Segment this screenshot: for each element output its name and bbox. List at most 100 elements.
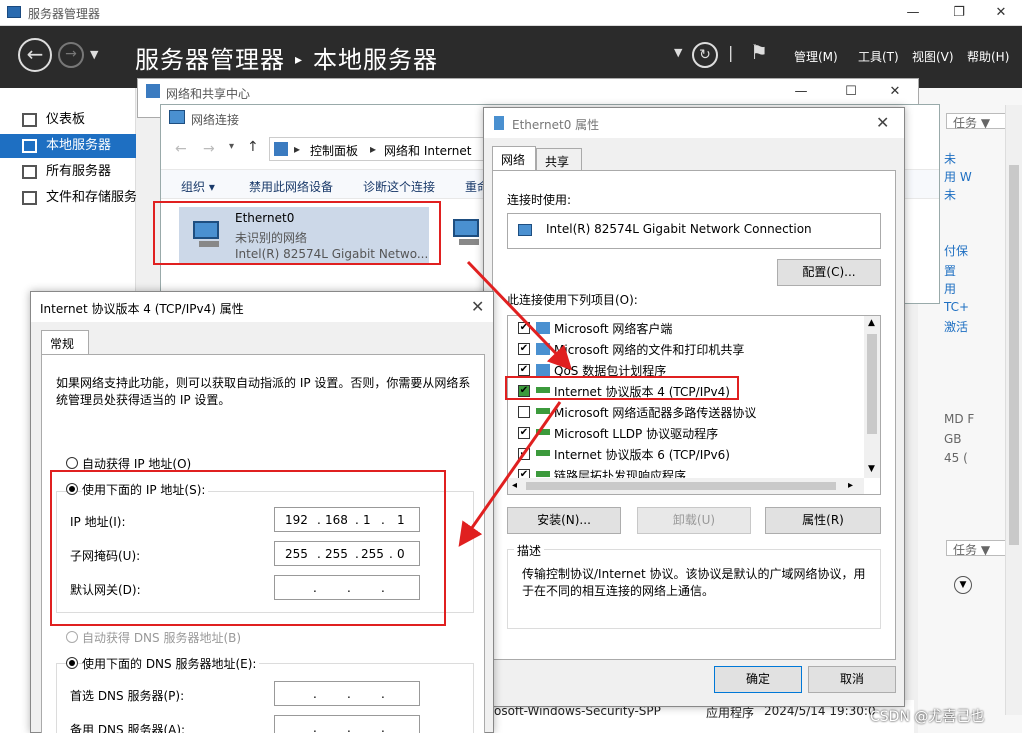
manual-dns-label[interactable]: 使用下面的 DNS 服务器地址(E): xyxy=(82,655,260,672)
menu-tools[interactable]: 工具(T) xyxy=(858,48,899,65)
server-icon xyxy=(22,139,37,153)
back-arrow-icon[interactable]: ← xyxy=(175,141,187,157)
disable-device-button[interactable]: 禁用此网络设备 xyxy=(249,178,333,195)
dialog-titlebar: Internet 协议版本 4 (TCP/IPv4) 属性 ✕ xyxy=(31,292,493,322)
property-link[interactable]: TC+ xyxy=(944,300,969,314)
gateway-input[interactable]: ... xyxy=(274,575,420,600)
manual-dns-radio[interactable] xyxy=(66,657,78,669)
checkbox[interactable] xyxy=(518,406,530,418)
scrollbar-thumb[interactable] xyxy=(867,334,877,434)
checkbox[interactable]: ✔ xyxy=(518,427,530,439)
service-icon xyxy=(536,343,550,355)
list-scrollbar-horizontal[interactable]: ◂ ▸ xyxy=(508,478,864,494)
tasks-dropdown[interactable]: 任务 ▼ xyxy=(946,540,1006,557)
scrollbar-thumb[interactable] xyxy=(526,482,836,490)
sidebar-item-all-servers[interactable]: 所有服务器 xyxy=(0,160,136,184)
close-button[interactable]: ✕ xyxy=(872,81,918,103)
scroll-left-icon[interactable]: ◂ xyxy=(512,480,517,491)
list-scrollbar-vertical[interactable]: ▲ ▼ xyxy=(864,316,880,478)
diagnose-button[interactable]: 诊断这个连接 xyxy=(363,178,435,195)
tasks-dropdown[interactable]: 任务 ▼ xyxy=(946,113,1006,130)
refresh-icon[interactable]: ↻ xyxy=(692,42,718,68)
service-icon xyxy=(536,364,550,376)
property-link[interactable]: 付保 xyxy=(944,242,968,259)
network-card-icon xyxy=(518,224,532,236)
close-button[interactable]: ✕ xyxy=(978,2,1022,24)
recent-dropdown-icon[interactable]: ▾ xyxy=(229,141,234,152)
sidebar-item-local-server[interactable]: 本地服务器 xyxy=(0,134,136,158)
manual-ip-label[interactable]: 使用下面的 IP 地址(S): xyxy=(82,481,209,498)
sidebar-item-dashboard[interactable]: 仪表板 xyxy=(0,108,136,132)
checkbox[interactable]: ✔ xyxy=(518,322,530,334)
up-arrow-icon[interactable]: ↑ xyxy=(247,139,259,155)
close-button[interactable]: ✕ xyxy=(471,297,484,316)
uninstall-button[interactable]: 卸载(U) xyxy=(637,507,751,534)
manual-ip-radio[interactable] xyxy=(66,483,78,495)
description-text: 传输控制协议/Internet 协议。该协议是默认的广域网络协议，用于在不同的相… xyxy=(522,567,866,598)
cancel-button[interactable]: 取消 xyxy=(808,666,896,693)
property-link[interactable]: 置 xyxy=(944,262,956,279)
auto-dns-radio[interactable] xyxy=(66,631,78,643)
expand-circle-icon[interactable]: ▼ xyxy=(954,576,972,594)
adapter-name: Ethernet0 xyxy=(235,211,295,225)
auto-ip-radio[interactable] xyxy=(66,457,78,469)
breadcrumb-control-panel[interactable]: 控制面板 xyxy=(310,142,358,159)
configure-button[interactable]: 配置(C)... xyxy=(777,259,881,286)
network-icon xyxy=(146,84,160,98)
dashboard-icon xyxy=(22,113,37,127)
ip-address-input[interactable]: 192. 168. 1. 1 xyxy=(274,507,420,532)
menu-view[interactable]: 视图(V) xyxy=(912,48,954,65)
property-link[interactable]: 用 W xyxy=(944,168,972,185)
intro-text: 如果网络支持此功能，则可以获取自动指派的 IP 设置。否则，你需要从网络系统管理… xyxy=(56,376,471,407)
network-adapter-icon[interactable] xyxy=(451,217,485,247)
breadcrumb-current: 本地服务器 xyxy=(313,46,439,74)
adapter-ethernet0[interactable]: Ethernet0 未识别的网络 Intel(R) 82574L Gigabit… xyxy=(179,207,429,263)
maximize-button[interactable]: ❐ xyxy=(936,2,982,24)
breadcrumb-network-internet[interactable]: 网络和 Internet xyxy=(384,142,471,159)
minimize-button[interactable]: — xyxy=(890,2,936,24)
window-title: 服务器管理器 xyxy=(28,7,101,21)
property-link[interactable]: 激活 xyxy=(944,318,968,335)
menu-help[interactable]: 帮助(H) xyxy=(967,48,1009,65)
forward-arrow-icon[interactable]: → xyxy=(203,141,215,157)
checkbox[interactable]: ✔ xyxy=(518,343,530,355)
tab-general[interactable]: 常规 xyxy=(41,330,89,354)
close-button[interactable]: ✕ xyxy=(876,113,889,132)
checkbox[interactable]: ✔ xyxy=(518,448,530,460)
organize-menu[interactable]: 组织 ▾ xyxy=(181,178,215,195)
auto-ip-label[interactable]: 自动获得 IP 地址(O) xyxy=(82,455,191,472)
install-button[interactable]: 安装(N)... xyxy=(507,507,621,534)
property-link[interactable]: 用 xyxy=(944,280,956,297)
adapter-field: Intel(R) 82574L Gigabit Network Connecti… xyxy=(507,213,881,249)
maximize-button[interactable]: ☐ xyxy=(828,81,874,103)
content-scrollbar[interactable] xyxy=(1005,105,1022,715)
property-link[interactable]: 未 xyxy=(944,150,956,167)
flag-icon[interactable]: ⚑ xyxy=(750,40,768,64)
sidebar-item-file-storage[interactable]: 文件和存储服务 xyxy=(0,186,136,210)
checkbox[interactable]: ✔ xyxy=(518,385,530,397)
menu-manage[interactable]: 管理(M) xyxy=(794,48,838,65)
protocol-list[interactable]: ✔ Microsoft 网络客户端 ✔ Microsoft 网络的文件和打印机共享 … xyxy=(507,315,881,495)
scroll-up-icon[interactable]: ▲ xyxy=(868,318,875,328)
forward-arrow-icon[interactable]: → xyxy=(58,42,84,68)
properties-button[interactable]: 属性(R) xyxy=(765,507,881,534)
dropdown-icon[interactable]: ▼ xyxy=(674,46,682,59)
alternate-dns-input[interactable]: ... xyxy=(274,715,420,733)
ok-button[interactable]: 确定 xyxy=(714,666,802,693)
tab-sharing[interactable]: 共享 xyxy=(536,148,582,170)
scrollbar-thumb[interactable] xyxy=(1009,165,1019,545)
property-link[interactable]: 未 xyxy=(944,186,956,203)
history-dropdown-icon[interactable]: ▼ xyxy=(90,48,98,61)
breadcrumb-separator: ▸ xyxy=(295,52,304,68)
subnet-mask-input[interactable]: 255. 255. 255. 0 xyxy=(274,541,420,566)
scroll-down-icon[interactable]: ▼ xyxy=(868,464,875,474)
breadcrumb: 服务器管理器 ▸ 本地服务器 xyxy=(135,40,438,75)
checkbox[interactable]: ✔ xyxy=(518,364,530,376)
minimize-button[interactable]: — xyxy=(778,81,824,103)
auto-dns-label[interactable]: 自动获得 DNS 服务器地址(B) xyxy=(82,629,241,646)
tab-network[interactable]: 网络 xyxy=(492,146,536,170)
scroll-right-icon[interactable]: ▸ xyxy=(848,480,853,491)
adapter-status: 未识别的网络 xyxy=(235,231,308,245)
preferred-dns-input[interactable]: ... xyxy=(274,681,420,706)
back-arrow-icon[interactable]: ← xyxy=(18,38,52,72)
